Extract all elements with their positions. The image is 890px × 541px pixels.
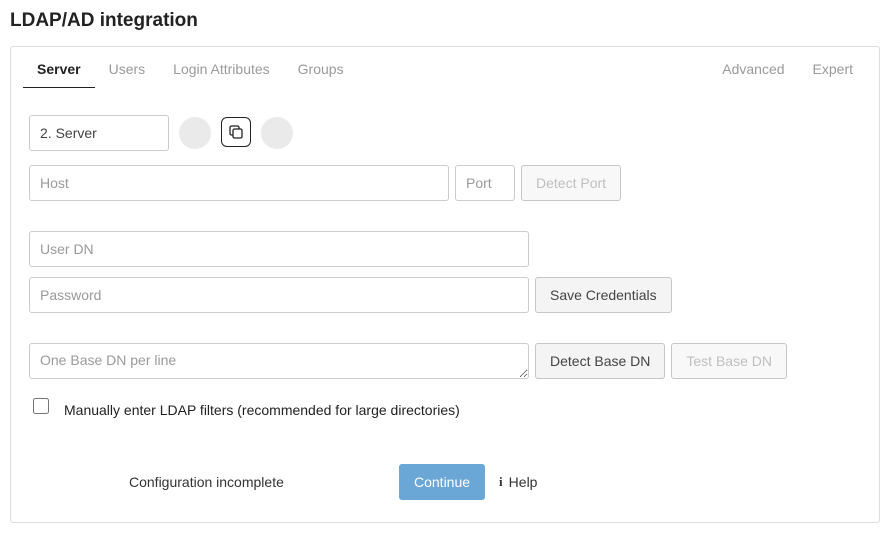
base-dn-input[interactable] <box>29 343 529 379</box>
page-title: LDAP/AD integration <box>10 10 880 32</box>
tab-users[interactable]: Users <box>95 50 160 88</box>
tab-advanced[interactable]: Advanced <box>708 50 798 88</box>
host-input[interactable] <box>29 165 449 201</box>
tab-expert[interactable]: Expert <box>799 50 867 88</box>
test-base-dn-button[interactable]: Test Base DN <box>671 343 787 379</box>
help-link[interactable]: i Help <box>499 474 537 490</box>
manual-ldap-filters-checkbox[interactable] <box>33 398 49 414</box>
manual-ldap-filters-label: Manually enter LDAP filters (recommended… <box>64 402 460 418</box>
server-tab-content: 2. Server Detect Port <box>11 91 879 522</box>
tab-login-attributes[interactable]: Login Attributes <box>159 50 284 88</box>
help-label: Help <box>509 474 538 490</box>
next-server-button[interactable] <box>261 117 293 149</box>
tab-groups[interactable]: Groups <box>284 50 358 88</box>
info-icon: i <box>499 474 503 490</box>
prev-server-button[interactable] <box>179 117 211 149</box>
detect-port-button[interactable]: Detect Port <box>521 165 621 201</box>
server-select-value: 2. Server <box>40 125 97 141</box>
config-status-text: Configuration incomplete <box>129 474 399 490</box>
detect-base-dn-button[interactable]: Detect Base DN <box>535 343 665 379</box>
password-input[interactable] <box>29 277 529 313</box>
port-input[interactable] <box>455 165 515 201</box>
copy-icon <box>228 124 244 140</box>
save-credentials-button[interactable]: Save Credentials <box>535 277 672 313</box>
ldap-config-panel: Server Users Login Attributes Groups Adv… <box>10 46 880 523</box>
tab-bar: Server Users Login Attributes Groups Adv… <box>11 47 879 91</box>
server-select[interactable]: 2. Server <box>29 115 169 151</box>
copy-server-button[interactable] <box>221 117 251 147</box>
continue-button[interactable]: Continue <box>399 464 485 500</box>
user-dn-input[interactable] <box>29 231 529 267</box>
tab-server[interactable]: Server <box>23 50 95 88</box>
